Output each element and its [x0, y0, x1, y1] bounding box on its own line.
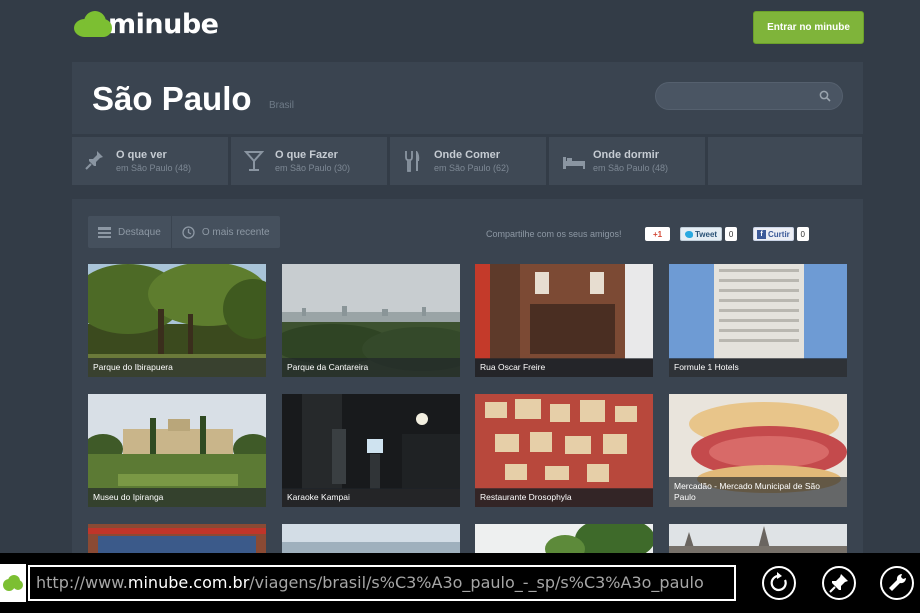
refresh-button[interactable]: [762, 566, 796, 600]
share-text: Compartilhe com os seus amigos!: [486, 229, 622, 239]
top-bar: minube Entrar no minube: [0, 0, 920, 58]
place-tile[interactable]: Restaurante Drosophyla: [475, 394, 653, 507]
tweet-widget: Tweet 0: [680, 227, 738, 241]
tweet-label: Tweet: [695, 229, 718, 239]
place-tile[interactable]: Karaoke Kampai: [282, 394, 460, 507]
category-nav: O que ver em São Paulo (48) O que Fazer …: [72, 137, 863, 185]
place-tile[interactable]: Parque da Cantareira: [282, 264, 460, 377]
enter-button[interactable]: Entrar no minube: [753, 11, 864, 44]
nav-count: em São Paulo (48): [116, 163, 192, 173]
nav-title: Onde dormir: [593, 149, 660, 161]
nav-title: O que ver: [116, 149, 167, 161]
pin-icon: [829, 574, 848, 593]
nav-item-empty: [708, 137, 862, 185]
twitter-bird-icon: [685, 230, 693, 238]
fb-count: 0: [796, 227, 809, 241]
cutlery-icon: [405, 151, 420, 172]
site-favicon: [0, 564, 26, 602]
country-label[interactable]: Brasil: [269, 100, 294, 111]
facebook-like-button[interactable]: f Curtir: [753, 227, 794, 241]
places-panel: Destaque O mais recente Compartilhe com …: [72, 199, 863, 559]
nav-title: O que Fazer: [275, 149, 338, 161]
place-tile[interactable]: Rua Oscar Freire: [475, 264, 653, 377]
tools-icon: [889, 573, 907, 591]
cocktail-icon: [244, 151, 264, 171]
place-name: Karaoke Kampai: [282, 488, 460, 507]
place-name: Parque do Ibirapuera: [88, 358, 266, 377]
place-name: Mercadão - Mercado Municipal de São Paul…: [669, 477, 847, 507]
tab-recent[interactable]: O mais recente: [170, 216, 280, 248]
browser-app-bar: http://www.minube.com.br/viagens/brasil/…: [0, 553, 920, 613]
cloud-logo-icon: [74, 9, 114, 39]
nav-item-onde-comer[interactable]: Onde Comer em São Paulo (62): [390, 137, 546, 185]
place-name: Rua Oscar Freire: [475, 358, 653, 377]
fb-label: Curtir: [768, 229, 790, 239]
minube-logo[interactable]: minube: [74, 6, 219, 42]
refresh-icon: [770, 572, 787, 592]
search-icon[interactable]: [819, 90, 831, 102]
facebook-widget: f Curtir 0: [753, 227, 809, 241]
url-prefix: http://www.: [36, 573, 128, 592]
list-icon: [98, 226, 111, 238]
tab-label: O mais recente: [201, 226, 270, 238]
place-name: Museu do Ipiranga: [88, 488, 266, 507]
logo-text: minube: [108, 8, 219, 40]
pin-site-button[interactable]: [822, 566, 856, 600]
bed-icon: [563, 157, 585, 169]
place-tile[interactable]: Mercadão - Mercado Municipal de São Paul…: [669, 394, 847, 507]
nav-count: em São Paulo (30): [275, 163, 351, 173]
nav-item-onde-dormir[interactable]: Onde dormir em São Paulo (48): [549, 137, 705, 185]
clock-icon: [182, 225, 195, 239]
url-path: /viagens/brasil/s%C3%A3o_paulo_-_sp/s%C3…: [249, 573, 704, 592]
place-name: Restaurante Drosophyla: [475, 488, 653, 507]
place-name: Parque da Cantareira: [282, 358, 460, 377]
address-bar[interactable]: http://www.minube.com.br/viagens/brasil/…: [28, 565, 736, 601]
page-title: São Paulo: [92, 80, 252, 117]
nav-count: em São Paulo (48): [593, 163, 669, 173]
cloud-logo-icon: [3, 575, 23, 591]
facebook-icon: f: [757, 229, 766, 239]
place-tile[interactable]: Parque do Ibirapuera: [88, 264, 266, 377]
place-tile[interactable]: Museu do Ipiranga: [88, 394, 266, 507]
page-tools-button[interactable]: [880, 566, 914, 600]
google-plus-button[interactable]: +1: [645, 227, 670, 241]
tab-destaque[interactable]: Destaque: [88, 216, 171, 248]
place-tile[interactable]: Formule 1 Hotels: [669, 264, 847, 377]
tab-label: Destaque: [118, 226, 161, 238]
pin-icon: [85, 151, 103, 170]
place-name: Formule 1 Hotels: [669, 358, 847, 377]
nav-count: em São Paulo (62): [434, 163, 510, 173]
tweet-button[interactable]: Tweet: [680, 227, 723, 241]
view-tabs: Destaque O mais recente: [88, 216, 280, 248]
nav-item-o-que-fazer[interactable]: O que Fazer em São Paulo (30): [231, 137, 387, 185]
city-header: São Paulo Brasil: [72, 62, 863, 134]
search-input[interactable]: [655, 82, 843, 110]
nav-title: Onde Comer: [434, 149, 501, 161]
tweet-count: 0: [725, 227, 738, 241]
url-domain: minube.com.br: [127, 573, 250, 592]
nav-item-o-que-ver[interactable]: O que ver em São Paulo (48): [72, 137, 228, 185]
